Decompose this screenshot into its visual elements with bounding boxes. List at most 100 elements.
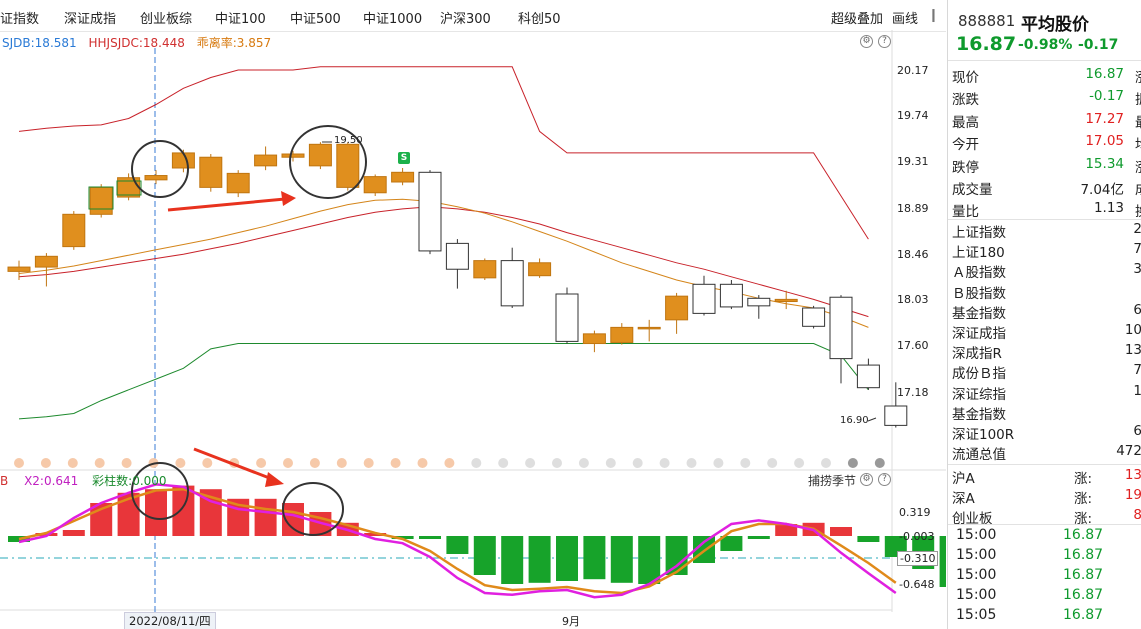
tab-index-3[interactable]: 中证100 [215, 8, 266, 27]
price-tick: 18.46 [897, 248, 929, 261]
b-value: B [0, 474, 9, 488]
index-row[interactable]: Ａ股指数 3 [952, 261, 1141, 281]
sell-signal-icon[interactable]: S [398, 152, 410, 164]
index-row[interactable]: 深证综指 1 [952, 383, 1141, 403]
stat-row: 量比 1.13 换 [952, 200, 1141, 220]
draw-line-button[interactable]: 画线 [892, 8, 918, 27]
index-row[interactable]: 成份Ｂ指 7 [952, 362, 1141, 382]
tick-time: 15:05 [956, 607, 997, 623]
macd-bar [830, 527, 852, 536]
macd-indicator-legend: B X2:0.641 彩柱数:0.000 [0, 472, 167, 489]
index-name: 流通总值 [952, 447, 1006, 464]
stat-row: 今开 17.05 均 [952, 133, 1141, 153]
macd-bar [419, 536, 441, 539]
upper-band-line [18, 66, 869, 240]
price-tick: 20.17 [897, 64, 929, 77]
index-name: 深成指R [952, 346, 1002, 363]
macd-tick: 0.319 [899, 506, 931, 519]
market-value: 13 [1124, 467, 1141, 483]
page-dot [659, 458, 670, 468]
macd-bar [857, 536, 880, 542]
page-dot [525, 458, 536, 468]
index-row[interactable]: 基金指数 6 [952, 302, 1141, 322]
macd-bar [638, 536, 661, 584]
stock-code: 888881 [958, 12, 1016, 30]
price-tick: 17.60 [897, 339, 929, 352]
fishing-season-tool[interactable]: 捕捞季节 [808, 472, 856, 489]
tab-index-2[interactable]: 创业板综 [140, 8, 192, 27]
stat-secondary-label: 涨 [1135, 156, 1141, 176]
annotation-circle [131, 140, 189, 198]
index-row[interactable]: 深证成指 10 [952, 322, 1141, 342]
page-dot [740, 458, 751, 468]
tick-price: 16.87 [1063, 547, 1104, 563]
index-value: 472 [1116, 443, 1141, 460]
help-icon[interactable]: ? [878, 473, 891, 486]
bar-count-value: 彩柱数:0.000 [92, 474, 167, 488]
current-price: 16.87 [956, 33, 1017, 55]
overlay-button[interactable]: 超级叠加 [831, 8, 883, 27]
candle-body [555, 293, 579, 342]
index-value: 6 [1133, 423, 1141, 439]
index-name: 上证180 [952, 245, 1005, 262]
page-dot [336, 458, 347, 468]
candle-body [281, 153, 305, 158]
candle-body [254, 154, 278, 167]
index-row[interactable]: 深证100R 6 [952, 423, 1141, 443]
main-chart[interactable] [0, 30, 946, 629]
index-name: 深证综指 [952, 386, 1006, 403]
stat-label: 今开 [952, 137, 979, 154]
tick-price: 16.87 [1063, 607, 1104, 623]
candle-body [719, 283, 743, 308]
tab-index-0[interactable]: 证指数 [0, 8, 39, 27]
divider [948, 464, 1141, 465]
tick-row: 15:00 16.87 [956, 587, 1103, 607]
stat-label: 最高 [952, 114, 979, 131]
tick-time: 15:00 [956, 527, 997, 543]
macd-bar [145, 489, 167, 536]
settings-icon[interactable]: ⚙ [860, 473, 873, 486]
index-row[interactable]: 流通总值 472 [952, 443, 1141, 463]
candle-body [144, 175, 168, 181]
stat-secondary-label: 振 [1135, 88, 1141, 108]
index-row[interactable]: 上证指数 2 [952, 221, 1141, 241]
high-price-label: 19.50 [334, 135, 363, 146]
page-dot [202, 458, 213, 468]
tick-row: 15:00 16.87 [956, 547, 1103, 567]
tab-index-6[interactable]: 沪深300 [440, 8, 491, 27]
annotation-arrowhead [265, 472, 284, 487]
macd-bar [473, 536, 496, 575]
stat-label: 涨跌 [952, 92, 979, 109]
market-value: 19 [1124, 487, 1141, 503]
index-row[interactable]: 上证180 7 [952, 241, 1141, 261]
candle-body [884, 405, 908, 426]
tab-index-5[interactable]: 中证1000 [363, 8, 422, 27]
page-dot [444, 458, 455, 468]
x2-value: X2:0.641 [24, 474, 79, 488]
candle-body [582, 333, 606, 345]
price-tick: 17.18 [897, 386, 929, 399]
stat-value: 16.87 [1085, 66, 1124, 82]
tab-index-7[interactable]: 科创50 [518, 8, 561, 27]
ma-orange-line [18, 198, 869, 328]
market-row[interactable]: 沪A 涨: 13 [952, 467, 1141, 487]
index-row[interactable]: Ｂ股指数 [952, 282, 1141, 302]
tab-index-1[interactable]: 深证成指 [64, 8, 116, 27]
index-row[interactable]: 深成指R 13 [952, 342, 1141, 362]
index-value: 7 [1133, 241, 1141, 258]
page-dot [578, 458, 589, 468]
stat-value: 7.04亿 [1080, 182, 1124, 198]
market-row[interactable]: 深A 涨: 19 [952, 487, 1141, 507]
page-dot [94, 458, 105, 468]
candle-body [747, 297, 771, 307]
lower-band-line [18, 343, 869, 420]
page-dot [767, 458, 778, 468]
page-dot [363, 458, 374, 468]
market-name: 深A [952, 491, 975, 507]
panel-toggle-icon[interactable]: ❙ [928, 8, 939, 23]
page-dot [121, 458, 132, 468]
page-dot [632, 458, 643, 468]
macd-bar [501, 536, 524, 584]
index-row[interactable]: 基金指数 [952, 403, 1141, 423]
tab-index-4[interactable]: 中证500 [290, 8, 341, 27]
